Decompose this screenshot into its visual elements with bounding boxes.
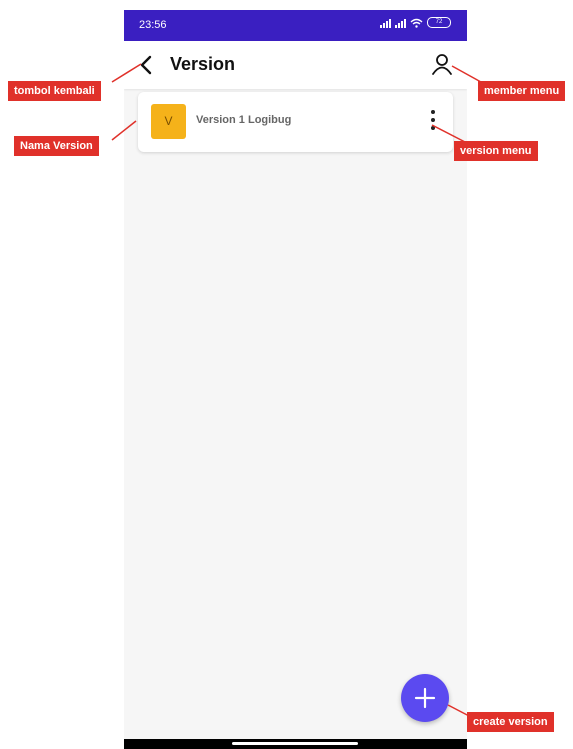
callout-version-menu: version menu	[454, 141, 538, 161]
arrow-version-menu	[431, 124, 466, 143]
arrow-name	[111, 120, 137, 141]
arrow-back	[111, 63, 142, 83]
annotation-arrows	[111, 63, 491, 718]
callout-version-name: Nama Version	[14, 136, 99, 156]
callout-back: tombol kembali	[8, 81, 101, 101]
callout-member: member menu	[478, 81, 566, 101]
callout-create-version: create version	[467, 712, 554, 732]
